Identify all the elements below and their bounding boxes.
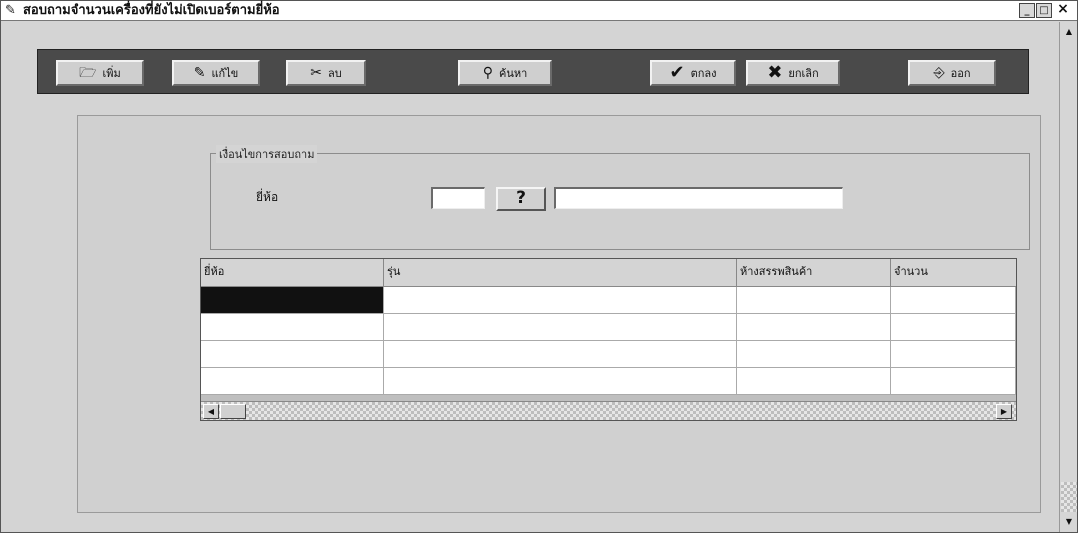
exit-door-icon: ⎆: [933, 65, 945, 81]
scroll-thumb[interactable]: [220, 404, 246, 419]
cancel-button[interactable]: ✖ ยกเลิก: [746, 60, 840, 86]
table-row[interactable]: [201, 368, 1016, 395]
scroll-right-icon[interactable]: ▶: [996, 404, 1012, 419]
edit-icon: ✎: [193, 65, 206, 81]
add-button-label: เพิ่ม: [102, 67, 121, 80]
table-row[interactable]: [201, 287, 1016, 314]
delete-button-label: ลบ: [328, 67, 342, 80]
minimize-button[interactable]: _: [1019, 3, 1035, 18]
column-header-quantity[interactable]: จำนวน: [891, 259, 1016, 287]
table-cell[interactable]: [737, 314, 891, 341]
table-cell[interactable]: [737, 287, 891, 314]
exit-button-label: ออก: [950, 67, 971, 80]
table-cell[interactable]: [201, 341, 384, 368]
scroll-track[interactable]: [1061, 482, 1077, 512]
brand-lookup-button[interactable]: ?: [496, 187, 546, 211]
brand-label: ยี่ห้อ: [256, 190, 279, 204]
table-cell[interactable]: [891, 314, 1016, 341]
table-cell[interactable]: [891, 341, 1016, 368]
app-icon: ✎: [5, 3, 16, 18]
grid-header: ยี่ห้อ รุ่น ห้างสรรพสินค้า จำนวน: [201, 259, 1016, 287]
cross-icon: ✖: [767, 62, 783, 83]
table-cell[interactable]: [737, 341, 891, 368]
table-cell[interactable]: [891, 368, 1016, 395]
edit-button[interactable]: ✎ แก้ไข: [172, 60, 260, 86]
table-cell[interactable]: [384, 368, 737, 395]
delete-icon: ✂: [310, 65, 322, 81]
table-cell[interactable]: [737, 368, 891, 395]
table-cell[interactable]: [201, 368, 384, 395]
table-cell[interactable]: [201, 314, 384, 341]
scroll-up-icon[interactable]: ▲: [1061, 24, 1077, 40]
check-icon: ✔: [669, 62, 685, 83]
delete-button[interactable]: ✂ ลบ: [286, 60, 366, 86]
exit-button[interactable]: ⎆ ออก: [908, 60, 996, 86]
table-cell[interactable]: [201, 287, 384, 314]
column-header-brand[interactable]: ยี่ห้อ: [201, 259, 384, 287]
cancel-button-label: ยกเลิก: [788, 67, 819, 80]
brand-code-input[interactable]: [431, 187, 485, 209]
column-header-store[interactable]: ห้างสรรพสินค้า: [737, 259, 891, 287]
search-button[interactable]: ⚲ ค้นหา: [458, 60, 552, 86]
ok-button[interactable]: ✔ ตกลง: [650, 60, 736, 86]
search-button-label: ค้นหา: [498, 67, 528, 80]
result-grid[interactable]: ยี่ห้อ รุ่น ห้างสรรพสินค้า จำนวน ◀ ▶: [200, 258, 1017, 421]
toolbar: 🗁 เพิ่ม ✎ แก้ไข ✂ ลบ ⚲ ค้นหา ✔ ตกลง ✖ ยก…: [37, 49, 1029, 94]
close-button[interactable]: ×: [1055, 2, 1071, 18]
ok-button-label: ตกลง: [690, 67, 717, 80]
table-row[interactable]: [201, 314, 1016, 341]
grid-horizontal-scrollbar[interactable]: ◀ ▶: [201, 401, 1016, 420]
brand-name-field[interactable]: [554, 187, 843, 209]
table-cell[interactable]: [384, 314, 737, 341]
scroll-down-icon[interactable]: ▼: [1061, 514, 1077, 530]
app-window: ✎ สอบถามจำนวนเครื่องที่ยังไม่เปิดเบอร์ตา…: [0, 0, 1078, 533]
search-icon: ⚲: [482, 65, 493, 81]
edit-button-label: แก้ไข: [211, 67, 239, 80]
window-vertical-scrollbar[interactable]: ▲ ▼: [1059, 22, 1077, 532]
table-cell[interactable]: [384, 287, 737, 314]
window-title: สอบถามจำนวนเครื่องที่ยังไม่เปิดเบอร์ตามย…: [23, 3, 280, 18]
maximize-button[interactable]: □: [1036, 3, 1052, 18]
criteria-group-title: เงื่อนไขการสอบถาม: [216, 145, 318, 163]
scroll-left-icon[interactable]: ◀: [203, 404, 219, 419]
folder-open-icon: 🗁: [79, 65, 97, 81]
table-cell[interactable]: [891, 287, 1016, 314]
add-button[interactable]: 🗁 เพิ่ม: [56, 60, 144, 86]
table-cell[interactable]: [384, 341, 737, 368]
column-header-model[interactable]: รุ่น: [384, 259, 737, 287]
table-row[interactable]: [201, 341, 1016, 368]
title-bar: ✎ สอบถามจำนวนเครื่องที่ยังไม่เปิดเบอร์ตา…: [1, 1, 1077, 21]
